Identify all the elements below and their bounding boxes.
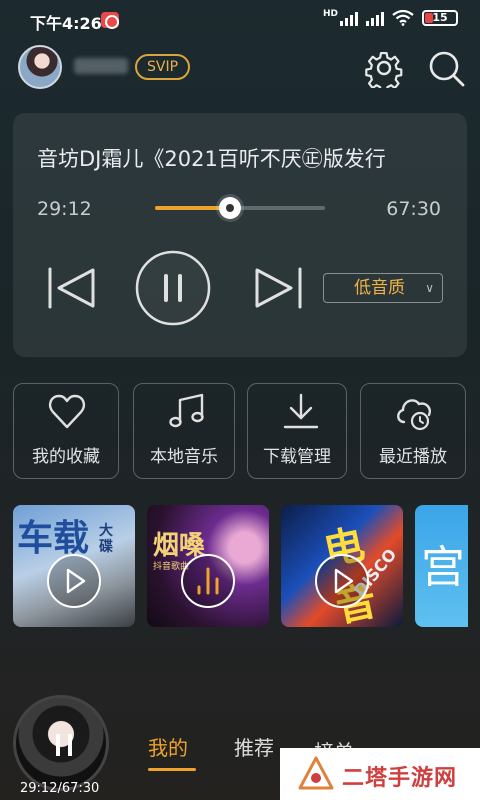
app-notification-icon — [101, 12, 119, 29]
previous-track-icon[interactable] — [45, 265, 97, 311]
music-note-icon — [169, 393, 204, 428]
play-icon[interactable] — [314, 553, 370, 609]
shortcut-local-music[interactable]: 本地音乐 — [133, 383, 235, 479]
album-cover-title: 宫 — [421, 542, 465, 593]
album-card-partial[interactable]: 宫 — [415, 505, 468, 627]
audio-quality-dropdown[interactable]: 低音质 ∨ — [323, 273, 443, 303]
username-blurred[interactable] — [74, 58, 128, 74]
settings-gear-icon[interactable] — [364, 48, 404, 88]
shortcut-downloads[interactable]: 下载管理 — [247, 383, 347, 479]
mini-player-time: 29:12/67:30 — [20, 781, 100, 796]
cloud-clock-icon — [397, 399, 431, 431]
active-tab-underline — [148, 768, 196, 771]
song-title-marquee[interactable]: 音坊DJ霜儿《2021百听不厌㊣版发行 — [37, 143, 447, 173]
now-playing-bars-icon[interactable] — [180, 553, 236, 609]
battery-icon: 15 — [422, 10, 458, 26]
shortcut-recent[interactable]: 最近播放 — [360, 383, 466, 479]
shortcut-label: 本地音乐 — [150, 447, 218, 467]
signal-icon-2 — [366, 10, 384, 26]
mini-player-disc[interactable] — [13, 695, 109, 791]
network-type: HD — [322, 9, 338, 19]
progress-thumb[interactable] — [218, 197, 241, 219]
tab-mine[interactable]: 我的 — [148, 732, 188, 761]
shortcut-label: 我的收藏 — [32, 447, 100, 467]
watermark-banner: 二塔手游网 — [280, 748, 480, 800]
play-icon[interactable] — [46, 553, 102, 609]
album-card-electronic[interactable]: 电音 DISCO — [281, 505, 403, 627]
current-time: 29:12 — [37, 198, 92, 220]
album-card-car[interactable]: 车载 大碟 — [13, 505, 135, 627]
download-icon — [283, 393, 319, 429]
chevron-down-icon: ∨ — [425, 281, 434, 295]
watermark-text: 二塔手游网 — [342, 766, 458, 791]
progress-slider[interactable] — [155, 197, 325, 219]
status-bar: 下午4:26 HD 15 — [0, 0, 480, 40]
heart-icon — [48, 394, 86, 429]
total-time: 67:30 — [386, 198, 441, 220]
wifi-icon — [392, 10, 414, 26]
shortcut-label: 下载管理 — [263, 447, 331, 467]
tab-recommend[interactable]: 推荐 — [234, 732, 274, 761]
svip-badge[interactable]: SVIP — [135, 54, 191, 80]
shortcut-favorites[interactable]: 我的收藏 — [13, 383, 119, 479]
user-avatar[interactable] — [18, 45, 62, 89]
pause-button[interactable] — [135, 250, 211, 326]
shortcut-label: 最近播放 — [379, 447, 447, 467]
pause-icon[interactable] — [56, 734, 72, 756]
now-playing-card: 音坊DJ霜儿《2021百听不厌㊣版发行 29:12 67:30 低音质 ∨ — [13, 113, 467, 357]
album-cover-subtitle: 大碟 — [99, 523, 113, 555]
status-time: 下午4:26 — [30, 14, 102, 33]
audio-quality-label: 低音质 — [354, 278, 405, 298]
battery-level: 15 — [432, 11, 448, 24]
signal-icon — [340, 10, 358, 26]
watermark-logo-icon — [298, 756, 334, 790]
next-track-icon[interactable] — [253, 265, 305, 311]
search-icon[interactable] — [426, 48, 466, 88]
album-card-smoky[interactable]: 烟嗓 抖音歌曲 — [147, 505, 269, 627]
